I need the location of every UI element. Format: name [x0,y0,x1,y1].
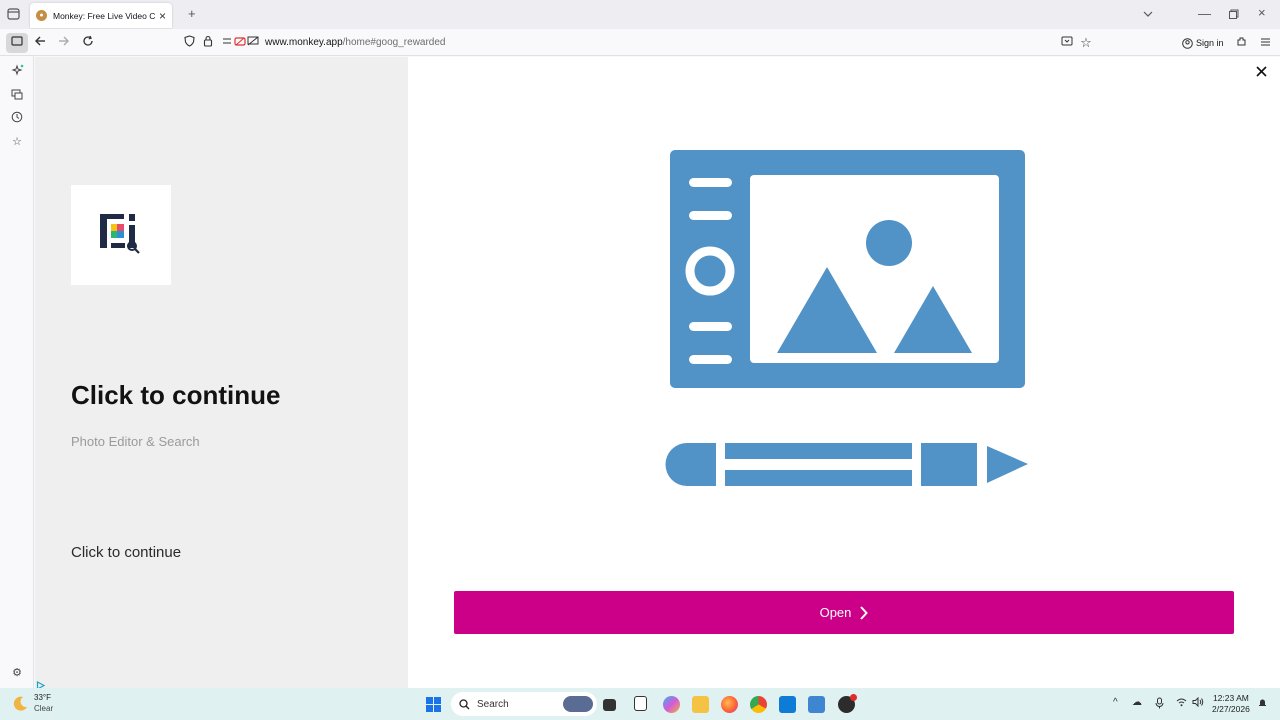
url-bar[interactable]: www.monkey.app/home#goog_rewarded [265,37,446,48]
bookmark-star-icon[interactable]: ☆ [1077,34,1095,52]
settings-icon[interactable]: ⚙ [10,666,24,680]
ad-headline[interactable]: Click to continue [71,380,280,411]
search-highlight-icon [563,696,593,712]
copilot-icon[interactable] [663,696,680,713]
weather-condition[interactable]: Clear [34,704,53,713]
url-path: /home#goog_rewarded [342,37,446,48]
navigation-toolbar: www.monkey.app/home#goog_rewarded ☆ Sign… [0,29,1280,56]
notepad-plus-icon[interactable] [808,696,825,713]
ad-creative-panel[interactable]: Open [408,57,1280,688]
clock-date: 2/27/2026 [1212,704,1250,714]
chrome-icon[interactable] [750,696,767,713]
monkey-favicon-icon: ● [36,10,47,21]
ad-info-panel[interactable]: Click to continue Photo Editor & Search … [35,57,408,688]
url-host: www.monkey.app [265,37,343,48]
synced-tabs-icon[interactable] [10,88,24,102]
active-tab[interactable]: ● Monkey: Free Live Video Chat × [30,3,172,28]
screen-share-blocked-icon[interactable] [244,34,262,52]
tab-list-icon[interactable] [7,8,20,23]
shield-icon[interactable] [180,34,198,52]
tab-title: Monkey: Free Live Video Chat [53,10,155,21]
task-view-icon[interactable] [603,699,616,711]
search-icon [459,698,470,709]
browser-sidebar: ☆ ⚙ [0,56,34,688]
volume-icon[interactable] [1192,696,1204,710]
open-button[interactable]: Open [454,591,1234,634]
history-icon[interactable] [10,111,24,125]
windows-start-icon[interactable] [425,696,442,713]
forward-icon[interactable] [55,34,73,52]
notification-center-icon[interactable] [1257,697,1268,711]
window-close-icon[interactable]: × [1258,6,1266,20]
vscode-icon[interactable] [779,696,796,713]
tab-strip: ● Monkey: Free Live Video Chat × + — × [0,0,1280,29]
file-explorer-icon[interactable] [692,696,709,713]
ad-subtitle: Photo Editor & Search [71,434,200,449]
taskbar-search-placeholder: Search [477,698,509,710]
menu-icon[interactable] [1256,34,1274,52]
back-icon[interactable] [31,34,49,52]
sign-in-label: Sign in [1196,38,1224,48]
taskbar-clock[interactable]: 12:23 AM 2/27/2026 [1212,693,1250,715]
minimize-icon[interactable]: — [1198,7,1211,21]
weather-temperature[interactable]: 33°F [34,693,51,702]
reload-icon[interactable] [79,34,97,52]
sidebar-toggle-icon[interactable] [6,33,28,53]
notepad-icon[interactable] [634,696,647,711]
extensions-icon[interactable] [1232,34,1250,52]
ad-cta-text[interactable]: Click to continue [71,544,181,561]
sign-in-button[interactable]: Sign in [1178,34,1228,52]
app-logo-icon [71,185,171,285]
photo-editor-illustration-icon [665,150,1028,486]
open-button-label: Open [819,605,852,620]
ad-choices-icon[interactable] [36,677,46,691]
chevron-right-icon [860,605,869,620]
wifi-icon[interactable] [1176,697,1187,710]
ai-chatbot-icon[interactable] [10,64,24,78]
account-icon [1182,37,1193,49]
notification-dot-icon [850,694,857,701]
weather-moon-icon[interactable] [12,695,29,717]
maximize-icon[interactable] [1229,8,1239,22]
bookmarks-icon[interactable]: ☆ [10,135,24,149]
save-to-pocket-icon[interactable] [1058,34,1076,52]
microphone-icon[interactable] [1155,697,1164,712]
firefox-icon[interactable] [721,696,738,713]
show-hidden-icons-icon[interactable]: ^ [1113,697,1118,708]
close-icon[interactable] [1256,64,1267,81]
clock-time: 12:23 AM [1212,693,1249,703]
taskbar-search-input[interactable]: Search [451,692,597,716]
new-tab-button[interactable]: + [188,7,196,21]
onedrive-icon[interactable]: ☁ [1132,697,1142,708]
close-tab-icon[interactable]: × [159,9,166,23]
lock-icon[interactable] [199,34,217,52]
list-all-tabs-icon[interactable] [1142,8,1154,22]
windows-taskbar: 33°F Clear Search ^ ☁ 12:23 AM 2/27/2026 [0,688,1280,720]
